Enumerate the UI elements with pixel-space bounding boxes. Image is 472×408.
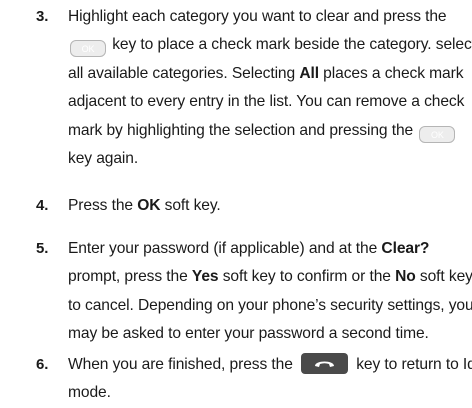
step-line: adjacent to every entry in the list. You…	[68, 93, 465, 111]
step-line: may be asked to enter your password a se…	[68, 325, 429, 343]
step-number: 3.	[36, 8, 49, 25]
step-line: prompt, press the Yes soft key to confir…	[68, 268, 472, 286]
step-line: to cancel. Depending on your phone’s sec…	[68, 296, 472, 314]
step-number: 6.	[36, 356, 49, 373]
step-line: Enter your password (if applicable) and …	[68, 240, 430, 257]
emphasis-yes: Yes	[191, 268, 219, 286]
step-line: mode.	[68, 384, 111, 402]
ok-key-icon: OK	[70, 40, 106, 58]
emphasis-no: No	[395, 268, 416, 286]
step-line: mark by highlighting the selection and p…	[68, 117, 468, 145]
step-line: all available categories. Selecting All …	[68, 64, 464, 82]
end-call-key-icon	[301, 353, 348, 374]
step-line: OK key to place a check mark beside the …	[68, 31, 472, 59]
step-line: When you are finished, press the key to …	[68, 351, 472, 379]
step-body: Highlight each category you want to clea…	[68, 3, 472, 173]
step-number: 4.	[36, 197, 49, 214]
emphasis-all: All	[299, 64, 319, 82]
step-line: Highlight each category you want to clea…	[68, 8, 447, 25]
emphasis-ok: OK	[137, 197, 161, 214]
step-number: 5.	[36, 240, 49, 257]
ok-key-icon: OK	[419, 125, 456, 143]
emphasis-clear: Clear?	[381, 240, 430, 257]
step-body: Press the OK soft key.	[68, 192, 468, 220]
step-line: key again.	[68, 149, 139, 167]
step-body: Enter your password (if applicable) and …	[68, 235, 472, 349]
step-line: Press the OK soft key.	[68, 197, 221, 214]
step-body: When you are finished, press the key to …	[68, 351, 472, 408]
